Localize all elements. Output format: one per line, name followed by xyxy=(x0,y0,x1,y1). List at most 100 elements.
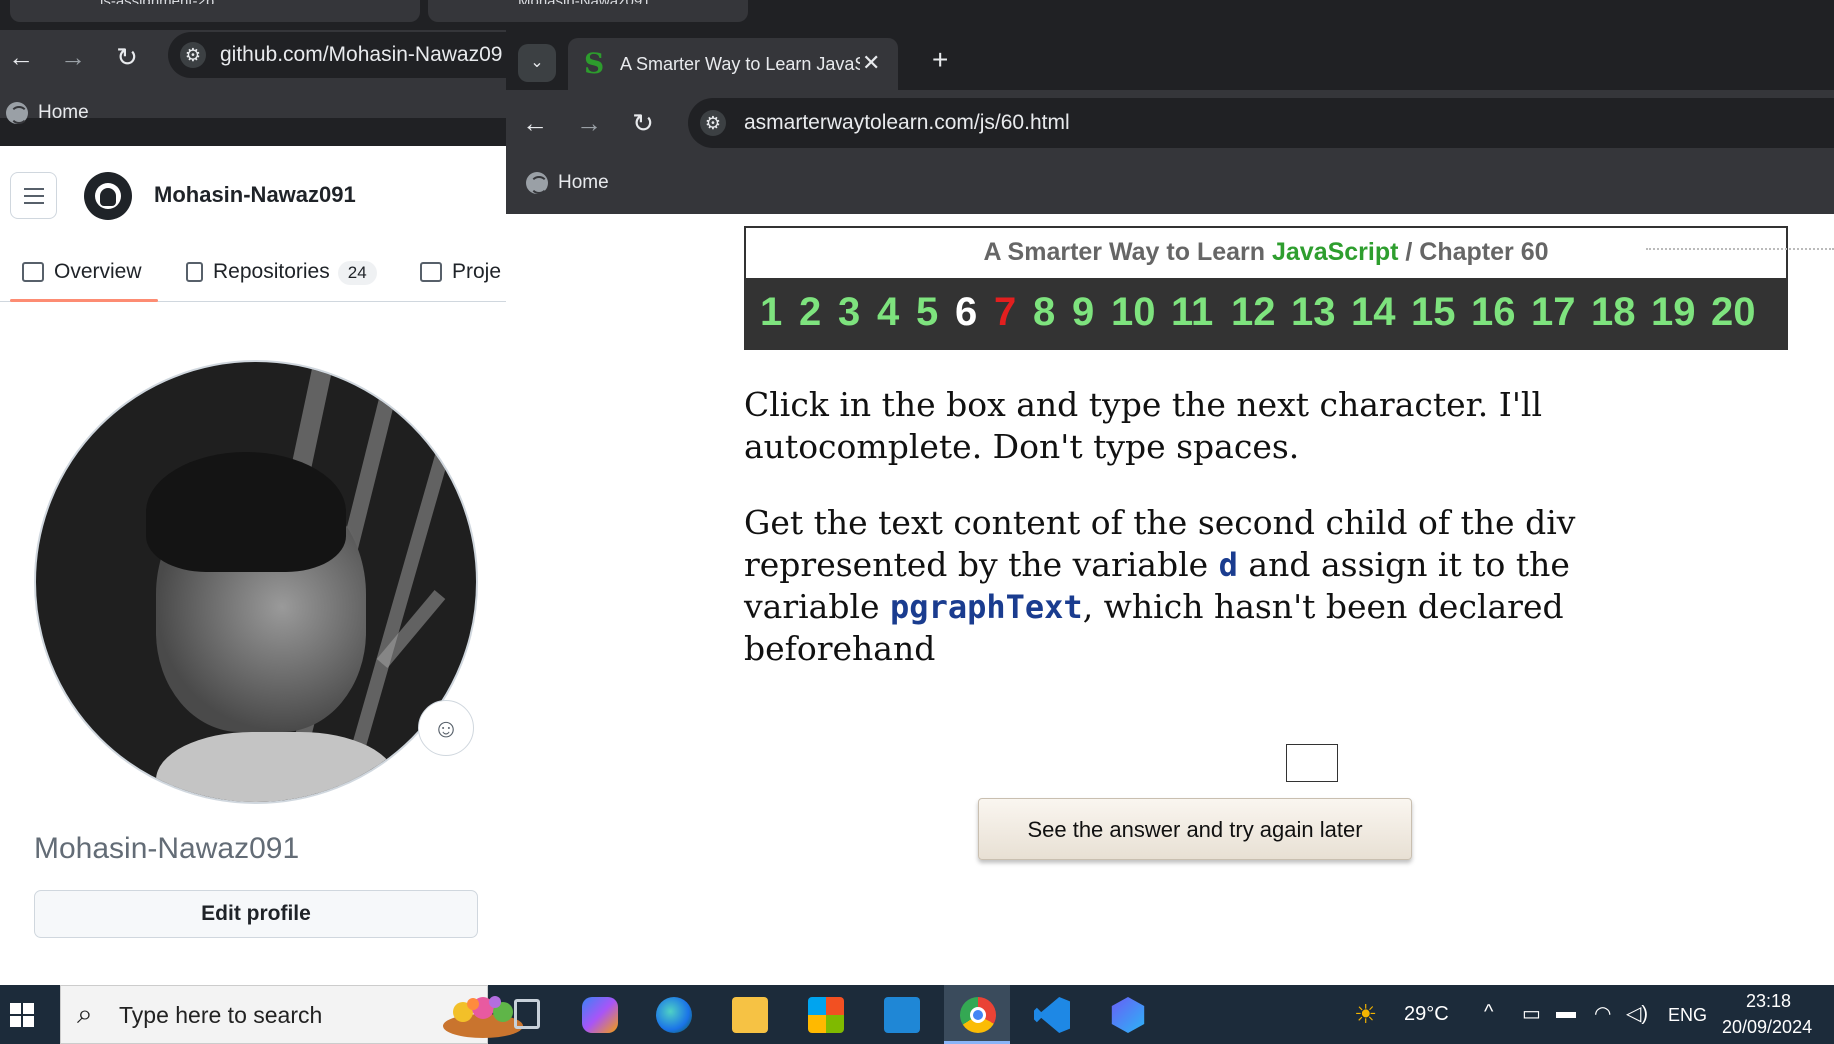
bookmarks-bar: Home xyxy=(506,156,1834,214)
exercise-link-5[interactable]: 5 xyxy=(916,290,938,334)
tab-lesson[interactable]: S A Smarter Way to Learn JavaScri ✕ xyxy=(568,38,898,90)
reload-icon[interactable]: ↻ xyxy=(112,44,142,70)
profile-username: Mohasin-Nawaz091 xyxy=(34,832,300,865)
exercise-link-8[interactable]: 8 xyxy=(1033,290,1055,334)
hamburger-menu-icon[interactable] xyxy=(10,172,57,219)
exercise-link-9[interactable]: 9 xyxy=(1072,290,1094,334)
exercise-link-15[interactable]: 15 xyxy=(1411,290,1456,334)
tab-strip: ⌄ S A Smarter Way to Learn JavaScri ✕ + xyxy=(506,30,1834,90)
site-favicon-icon: S xyxy=(584,47,605,80)
chevron-up-icon[interactable]: ^ xyxy=(1484,1001,1493,1024)
exercise-link-16[interactable]: 16 xyxy=(1471,290,1516,334)
close-tab-icon[interactable]: ✕ xyxy=(862,50,880,76)
lesson-browser-window: ⌄ S A Smarter Way to Learn JavaScri ✕ + … xyxy=(506,30,1834,985)
weather-temp[interactable]: 29°C xyxy=(1404,1003,1449,1026)
back-icon[interactable]: ← xyxy=(6,44,36,70)
chrome-icon xyxy=(960,997,996,1033)
meet-now-icon[interactable]: ▭ xyxy=(1522,1001,1541,1026)
windows-start-icon[interactable] xyxy=(0,985,52,1044)
instructions-text: Click in the box and type the next chara… xyxy=(744,385,1542,466)
exercise-link-17[interactable]: 17 xyxy=(1531,290,1576,334)
lesson-page: A Smarter Way to Learn JavaScript / Chap… xyxy=(506,214,1834,985)
exercise-link-11[interactable]: 11 xyxy=(1171,290,1213,334)
site-info-icon[interactable]: ⚙ xyxy=(180,42,206,68)
brand-text: JavaScript xyxy=(1271,238,1399,266)
exercise-link-1[interactable]: 1 xyxy=(760,290,782,334)
profile-tabs: Overview Repositories 24 Proje xyxy=(0,246,506,302)
exercise-link-6[interactable]: 6 xyxy=(955,290,977,334)
tab-repositories[interactable]: Repositories 24 xyxy=(186,260,377,285)
clock-time[interactable]: 23:18 xyxy=(1746,991,1791,1012)
bookmark-home[interactable]: Home xyxy=(6,102,89,124)
tab-github-profile[interactable]: Mohasin-Nawaz091 xyxy=(428,0,748,22)
book-icon xyxy=(22,262,44,283)
edge-icon[interactable] xyxy=(656,997,692,1033)
copilot-icon[interactable] xyxy=(582,997,618,1033)
edit-profile-button[interactable]: Edit profile xyxy=(34,890,478,938)
repo-count-badge: 24 xyxy=(337,261,377,285)
vscode-icon[interactable] xyxy=(1034,997,1070,1033)
smiley-status-icon[interactable]: ☺ xyxy=(418,700,474,756)
search-icon: ⌕ xyxy=(77,998,93,1029)
code-var-d: d xyxy=(1218,546,1238,584)
bookmark-home[interactable]: Home xyxy=(526,172,609,194)
exercise-number-bar: 1 2 3 4 5 6 7 8 9 10 11 12 13 14 15 16 17 18 19 20 xyxy=(744,278,1788,350)
forward-icon[interactable]: → xyxy=(574,110,604,136)
exercise-link-20[interactable]: 20 xyxy=(1711,290,1756,334)
exercise-link-13[interactable]: 13 xyxy=(1291,290,1336,334)
mail-icon[interactable] xyxy=(884,997,920,1033)
back-icon[interactable]: ← xyxy=(520,110,550,136)
profile-avatar[interactable] xyxy=(34,360,478,804)
weather-icon[interactable]: ☀ xyxy=(1354,999,1377,1030)
tab-search-dropdown-icon[interactable]: ⌄ xyxy=(518,44,556,82)
globe-icon xyxy=(526,172,548,194)
exercise-link-4[interactable]: 4 xyxy=(877,290,899,334)
exercise-link-18[interactable]: 18 xyxy=(1591,290,1636,334)
tab-js-assignment[interactable]: js-assignment-2b xyxy=(10,0,420,22)
wifi-icon[interactable]: ◠ xyxy=(1594,1001,1611,1026)
tab-strip: js-assignment-2b Mohasin-Nawaz091 xyxy=(0,0,1834,22)
ms-store-icon[interactable] xyxy=(808,997,844,1033)
table-icon xyxy=(420,262,442,283)
chapter-header: A Smarter Way to Learn JavaScript / Chap… xyxy=(744,226,1788,278)
code-var-pgraphtext: pgraphText xyxy=(890,588,1083,626)
toolbar: ← → ↻ ⚙ asmarterwaytolearn.com/js/60.htm… xyxy=(506,90,1834,156)
see-answer-button[interactable]: See the answer and try again later xyxy=(978,798,1412,860)
address-bar[interactable]: ⚙ asmarterwaytolearn.com/js/60.html xyxy=(688,98,1834,148)
task-text: Get the text content of the second child… xyxy=(744,503,1576,668)
exercise-link-3[interactable]: 3 xyxy=(838,290,860,334)
windows-taskbar: ⌕ Type here to search ☀ 29°C ^ ▭ ▬ ◠ ◁) … xyxy=(0,985,1834,1044)
taskbar-search-box[interactable]: ⌕ Type here to search xyxy=(60,985,523,1044)
exercise-link-7[interactable]: 7 xyxy=(994,290,1016,334)
exercise-link-19[interactable]: 19 xyxy=(1651,290,1696,334)
site-info-icon[interactable]: ⚙ xyxy=(700,110,726,136)
exercise-link-10[interactable]: 10 xyxy=(1111,290,1156,334)
url-text: asmarterwaytolearn.com/js/60.html xyxy=(744,111,1070,134)
exercise-link-14[interactable]: 14 xyxy=(1351,290,1396,334)
github-logo-icon[interactable] xyxy=(84,172,132,220)
clock-date[interactable]: 20/09/2024 xyxy=(1722,1017,1812,1038)
exercise-link-2[interactable]: 2 xyxy=(799,290,821,334)
globe-icon xyxy=(6,102,28,124)
tab-title: A Smarter Way to Learn JavaScri xyxy=(620,54,860,74)
active-tab-indicator xyxy=(10,299,158,302)
battery-icon[interactable]: ▬ xyxy=(1556,1001,1576,1024)
file-explorer-icon[interactable] xyxy=(732,997,768,1033)
language-indicator[interactable]: ENG xyxy=(1668,1005,1707,1026)
answer-input[interactable] xyxy=(1286,744,1338,782)
url-text: github.com/Mohasin-Nawaz09 xyxy=(220,43,503,66)
task-view-icon[interactable] xyxy=(514,999,540,1029)
repo-icon xyxy=(186,262,203,283)
volume-icon[interactable]: ◁) xyxy=(1626,1001,1648,1026)
github-profile-page: Mohasin-Nawaz091 Overview Repositories 24… xyxy=(0,146,506,985)
dotted-divider xyxy=(1646,248,1834,250)
exercise-link-12[interactable]: 12 xyxy=(1231,290,1276,334)
new-tab-icon[interactable]: + xyxy=(932,46,948,74)
header-username[interactable]: Mohasin-Nawaz091 xyxy=(154,182,356,208)
reload-icon[interactable]: ↻ xyxy=(628,110,658,136)
app-hex-icon[interactable] xyxy=(1111,997,1145,1033)
tab-projects[interactable]: Proje xyxy=(420,260,501,284)
search-placeholder: Type here to search xyxy=(119,1002,323,1028)
tab-overview[interactable]: Overview xyxy=(22,260,142,284)
forward-icon[interactable]: → xyxy=(58,44,88,70)
